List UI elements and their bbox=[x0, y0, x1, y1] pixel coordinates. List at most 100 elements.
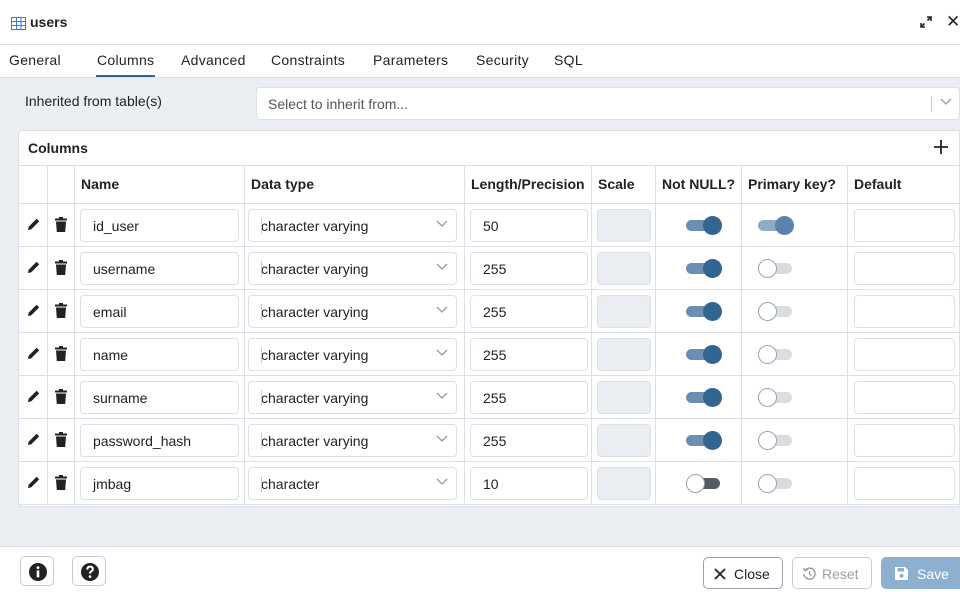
primary-key-toggle[interactable] bbox=[758, 431, 794, 450]
column-name-input[interactable]: email bbox=[80, 295, 239, 328]
default-input[interactable] bbox=[854, 252, 955, 285]
data-type-select[interactable]: character varying bbox=[248, 381, 457, 414]
delete-row-button[interactable] bbox=[55, 260, 67, 278]
save-button[interactable]: Save bbox=[881, 557, 960, 589]
edit-row-button[interactable] bbox=[27, 346, 41, 363]
delete-row-button[interactable] bbox=[55, 389, 67, 407]
toggle-knob bbox=[758, 431, 777, 450]
column-name-value: id_user bbox=[93, 218, 139, 234]
length-input[interactable]: 10 bbox=[470, 467, 588, 500]
chevron-down-icon[interactable] bbox=[436, 392, 448, 400]
chevron-down-icon[interactable] bbox=[436, 220, 448, 228]
select-separator bbox=[261, 347, 262, 363]
data-type-select[interactable]: character varying bbox=[248, 209, 457, 242]
delete-row-button[interactable] bbox=[55, 346, 67, 364]
default-cell bbox=[848, 290, 960, 333]
edit-row-button[interactable] bbox=[27, 303, 41, 320]
default-input[interactable] bbox=[854, 381, 955, 414]
default-input[interactable] bbox=[854, 467, 955, 500]
add-row-icon[interactable] bbox=[933, 139, 949, 155]
data-type-select[interactable]: character varying bbox=[248, 424, 457, 457]
delete-row-button[interactable] bbox=[55, 303, 67, 321]
delete-cell bbox=[48, 290, 75, 333]
data-type-select[interactable]: character bbox=[248, 467, 457, 500]
primary-key-toggle[interactable] bbox=[758, 302, 794, 321]
primary-key-toggle[interactable] bbox=[758, 388, 794, 407]
help-button[interactable] bbox=[72, 556, 106, 586]
default-cell bbox=[848, 247, 960, 290]
edit-row-button[interactable] bbox=[27, 475, 41, 492]
expand-icon[interactable] bbox=[920, 16, 932, 28]
tab-security[interactable]: Security bbox=[476, 52, 529, 68]
col-header-delete bbox=[48, 166, 75, 204]
table-row: name character varying 255 bbox=[19, 333, 960, 376]
chevron-down-icon[interactable] bbox=[436, 349, 448, 357]
data-type-value: character varying bbox=[261, 390, 369, 406]
length-input[interactable]: 50 bbox=[470, 209, 588, 242]
primary-key-toggle[interactable] bbox=[758, 216, 794, 235]
close-icon[interactable]: ✕ bbox=[946, 13, 960, 30]
select-separator bbox=[261, 476, 262, 492]
tab-general[interactable]: General bbox=[9, 52, 61, 68]
column-name-input[interactable]: jmbag bbox=[80, 467, 239, 500]
edit-row-button[interactable] bbox=[27, 432, 41, 449]
default-input[interactable] bbox=[854, 295, 955, 328]
chevron-down-icon[interactable] bbox=[436, 478, 448, 486]
length-input[interactable]: 255 bbox=[470, 252, 588, 285]
data-type-cell: character varying bbox=[245, 247, 465, 290]
tab-constraints[interactable]: Constraints bbox=[271, 52, 345, 68]
column-name-input[interactable]: username bbox=[80, 252, 239, 285]
length-input[interactable]: 255 bbox=[470, 295, 588, 328]
default-input[interactable] bbox=[854, 338, 955, 371]
length-cell: 255 bbox=[465, 247, 592, 290]
column-name-input[interactable]: id_user bbox=[80, 209, 239, 242]
default-input[interactable] bbox=[854, 209, 955, 242]
delete-row-button[interactable] bbox=[55, 432, 67, 450]
column-name-input[interactable]: surname bbox=[80, 381, 239, 414]
edit-row-button[interactable] bbox=[27, 389, 41, 406]
tab-parameters[interactable]: Parameters bbox=[373, 52, 448, 68]
reset-button[interactable]: Reset bbox=[792, 557, 872, 589]
edit-row-button[interactable] bbox=[27, 260, 41, 277]
chevron-down-icon[interactable] bbox=[436, 306, 448, 314]
primary-key-toggle[interactable] bbox=[758, 474, 794, 493]
length-cell: 255 bbox=[465, 333, 592, 376]
data-type-select[interactable]: character varying bbox=[248, 252, 457, 285]
tab-advanced[interactable]: Advanced bbox=[181, 52, 246, 68]
table-row: id_user character varying 50 bbox=[19, 204, 960, 247]
delete-row-button[interactable] bbox=[55, 475, 67, 493]
not-null-toggle[interactable] bbox=[686, 302, 722, 321]
trash-icon bbox=[55, 389, 67, 404]
data-type-select[interactable]: character varying bbox=[248, 338, 457, 371]
default-input[interactable] bbox=[854, 424, 955, 457]
chevron-down-icon[interactable] bbox=[940, 98, 952, 106]
primary-key-toggle[interactable] bbox=[758, 259, 794, 278]
trash-icon bbox=[55, 432, 67, 447]
length-input[interactable]: 255 bbox=[470, 424, 588, 457]
scale-input bbox=[597, 424, 651, 457]
chevron-down-icon[interactable] bbox=[436, 435, 448, 443]
not-null-toggle[interactable] bbox=[686, 388, 722, 407]
inherit-select[interactable]: Select to inherit from... bbox=[256, 87, 960, 120]
column-name-input[interactable]: name bbox=[80, 338, 239, 371]
length-input[interactable]: 255 bbox=[470, 381, 588, 414]
not-null-toggle[interactable] bbox=[686, 259, 722, 278]
edit-row-button[interactable] bbox=[27, 217, 41, 234]
close-button[interactable]: Close bbox=[703, 557, 783, 589]
data-type-select[interactable]: character varying bbox=[248, 295, 457, 328]
not-null-toggle[interactable] bbox=[686, 431, 722, 450]
scale-input bbox=[597, 209, 651, 242]
tab-sql[interactable]: SQL bbox=[554, 52, 583, 68]
not-null-toggle[interactable] bbox=[686, 474, 722, 493]
not-null-toggle[interactable] bbox=[686, 345, 722, 364]
primary-key-toggle[interactable] bbox=[758, 345, 794, 364]
column-name-input[interactable]: password_hash bbox=[80, 424, 239, 457]
info-button[interactable] bbox=[20, 556, 54, 586]
tab-columns[interactable]: Columns bbox=[95, 52, 156, 77]
length-input[interactable]: 255 bbox=[470, 338, 588, 371]
not-null-toggle[interactable] bbox=[686, 216, 722, 235]
toggle-knob bbox=[758, 302, 777, 321]
delete-row-button[interactable] bbox=[55, 217, 67, 235]
name-cell: name bbox=[75, 333, 245, 376]
chevron-down-icon[interactable] bbox=[436, 263, 448, 271]
